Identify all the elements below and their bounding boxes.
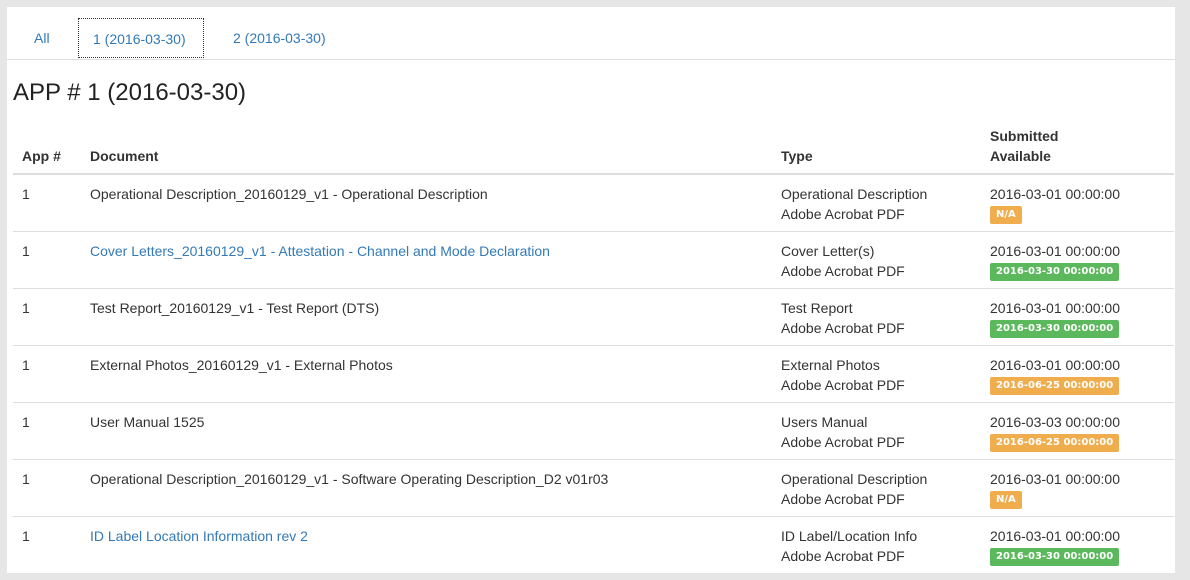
header-type: Type	[781, 148, 813, 164]
submitted-date: 2016-03-03 00:00:00	[990, 414, 1120, 430]
header-submitted: Submitted	[990, 128, 1059, 144]
app-number: 1	[22, 414, 30, 430]
header-app: App #	[22, 148, 61, 164]
submitted-date: 2016-03-01 00:00:00	[990, 357, 1120, 373]
submitted-date: 2016-03-01 00:00:00	[990, 528, 1120, 544]
tab-app-1[interactable]: 1 (2016-03-30)	[78, 18, 204, 58]
document-type: Test Report	[781, 300, 853, 316]
document-name: External Photos_20160129_v1 - External P…	[90, 357, 393, 373]
document-type: ID Label/Location Info	[781, 528, 918, 544]
document-name: Operational Description_20160129_v1 - So…	[90, 471, 609, 487]
available-badge: 2016-03-30 00:00:00	[990, 320, 1120, 338]
document-type: Operational Description	[781, 471, 928, 487]
submitted-date: 2016-03-01 00:00:00	[990, 243, 1120, 259]
app-number: 1	[22, 471, 30, 487]
available-badge: 2016-06-25 00:00:00	[990, 377, 1120, 395]
submitted-date: 2016-03-01 00:00:00	[990, 471, 1120, 487]
document-name: User Manual 1525	[90, 414, 205, 430]
document-format: Adobe Acrobat PDF	[781, 434, 905, 450]
document-link[interactable]: Cover Letters_20160129_v1 - Attestation …	[90, 243, 550, 259]
documents-panel: All 1 (2016-03-30) 2 (2016-03-30) APP # …	[7, 7, 1175, 573]
table-header: App # Document Type Submitted Available	[13, 122, 1174, 175]
document-name: Test Report_20160129_v1 - Test Report (D…	[90, 300, 380, 316]
document-format: Adobe Acrobat PDF	[781, 320, 905, 336]
table-row: 1 Operational Description_20160129_v1 - …	[13, 175, 1174, 232]
document-format: Adobe Acrobat PDF	[781, 548, 905, 564]
tab-app-2[interactable]: 2 (2016-03-30)	[219, 18, 340, 58]
app-number: 1	[22, 243, 30, 259]
document-type: External Photos	[781, 357, 880, 373]
submitted-date: 2016-03-01 00:00:00	[990, 300, 1120, 316]
app-number: 1	[22, 300, 30, 316]
document-name: Operational Description_20160129_v1 - Op…	[90, 186, 488, 202]
app-number: 1	[22, 528, 30, 544]
document-format: Adobe Acrobat PDF	[781, 377, 905, 393]
app-number: 1	[22, 357, 30, 373]
document-format: Adobe Acrobat PDF	[781, 263, 905, 279]
table-row: 1 ID Label Location Information rev 2 ID…	[13, 517, 1174, 573]
available-badge: N/A	[990, 491, 1022, 509]
document-type: Users Manual	[781, 414, 868, 430]
page-title: APP # 1 (2016-03-30)	[13, 79, 247, 106]
document-link[interactable]: ID Label Location Information rev 2	[90, 528, 308, 544]
available-badge: 2016-03-30 00:00:00	[990, 548, 1120, 566]
header-document: Document	[90, 148, 159, 164]
app-number: 1	[22, 186, 30, 202]
available-badge: N/A	[990, 206, 1022, 224]
submitted-date: 2016-03-01 00:00:00	[990, 186, 1120, 202]
available-badge: 2016-06-25 00:00:00	[990, 434, 1120, 452]
available-badge: 2016-03-30 00:00:00	[990, 263, 1120, 281]
header-available: Available	[990, 148, 1051, 164]
table-row: 1 Cover Letters_20160129_v1 - Attestatio…	[13, 232, 1174, 289]
table-row: 1 External Photos_20160129_v1 - External…	[13, 346, 1174, 403]
document-format: Adobe Acrobat PDF	[781, 206, 905, 222]
table-row: 1 User Manual 1525 Users Manual Adobe Ac…	[13, 403, 1174, 460]
document-type: Operational Description	[781, 186, 928, 202]
document-format: Adobe Acrobat PDF	[781, 491, 905, 507]
document-type: Cover Letter(s)	[781, 243, 875, 259]
tab-bar: All 1 (2016-03-30) 2 (2016-03-30)	[7, 7, 1175, 60]
table-row: 1 Test Report_20160129_v1 - Test Report …	[13, 289, 1174, 346]
tab-all[interactable]: All	[20, 18, 64, 58]
documents-table: App # Document Type Submitted Available …	[13, 122, 1174, 573]
table-row: 1 Operational Description_20160129_v1 - …	[13, 460, 1174, 517]
